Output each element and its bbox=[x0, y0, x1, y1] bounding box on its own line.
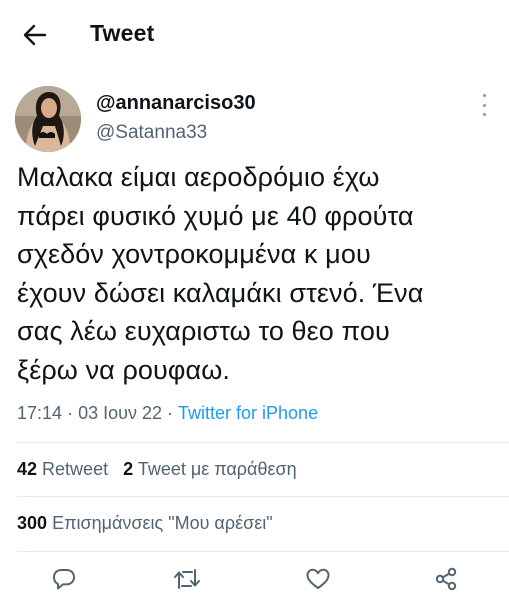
back-button[interactable] bbox=[22, 22, 48, 48]
retweet-button[interactable] bbox=[170, 562, 204, 596]
meta-separator: · bbox=[67, 403, 74, 423]
divider bbox=[17, 496, 509, 497]
quotes-count: 2 bbox=[123, 459, 134, 479]
tweet-meta: 17:14 · 03 Ιουν 22 · Twitter for iPhone bbox=[17, 403, 318, 424]
reply-icon bbox=[53, 569, 75, 590]
retweets-label: Retweet bbox=[42, 459, 109, 479]
quotes-label: Tweet με παράθεση bbox=[137, 459, 297, 479]
avatar[interactable] bbox=[15, 86, 81, 152]
retweets-link[interactable]: 42 Retweet bbox=[17, 459, 108, 479]
share-button[interactable] bbox=[429, 562, 463, 596]
retweet-icon bbox=[174, 569, 200, 589]
display-name[interactable]: @annanarciso30 bbox=[96, 92, 256, 115]
page-title: Tweet bbox=[90, 20, 155, 46]
arrow-left-icon bbox=[23, 24, 47, 46]
reply-button[interactable] bbox=[47, 562, 81, 596]
divider bbox=[17, 442, 509, 443]
user-handle[interactable]: @Satanna33 bbox=[96, 122, 207, 144]
divider bbox=[17, 551, 509, 552]
dot bbox=[482, 94, 486, 97]
dot bbox=[482, 103, 486, 107]
top-bar: Tweet bbox=[0, 0, 509, 70]
retweet-stats: 42 Retweet 2 Tweet με παράθεση bbox=[17, 459, 297, 480]
likes-label: Επισημάνσεις "Μου αρέσει" bbox=[52, 513, 273, 533]
like-button[interactable] bbox=[301, 562, 335, 596]
retweets-count: 42 bbox=[17, 459, 38, 479]
likes-stats[interactable]: 300 Επισημάνσεις "Μου αρέσει" bbox=[17, 513, 273, 534]
more-options-button[interactable] bbox=[474, 94, 494, 116]
likes-count: 300 bbox=[17, 513, 48, 533]
share-icon bbox=[435, 567, 457, 591]
dot bbox=[482, 113, 486, 116]
heart-icon bbox=[306, 568, 330, 589]
tweet-source-link[interactable]: Twitter for iPhone bbox=[178, 403, 318, 423]
tweet-time[interactable]: 17:14 bbox=[17, 403, 62, 423]
tweet-text: Μαλακα είμαι αεροδρόμιο έχω πάρει φυσικό… bbox=[17, 162, 424, 385]
meta-separator: · bbox=[167, 403, 173, 423]
quotes-link[interactable]: 2 Tweet με παράθεση bbox=[123, 459, 297, 479]
avatar-photo bbox=[15, 86, 81, 152]
tweet-date[interactable]: 03 Ιουν 22 bbox=[78, 403, 162, 423]
tweet-actions bbox=[0, 562, 509, 598]
